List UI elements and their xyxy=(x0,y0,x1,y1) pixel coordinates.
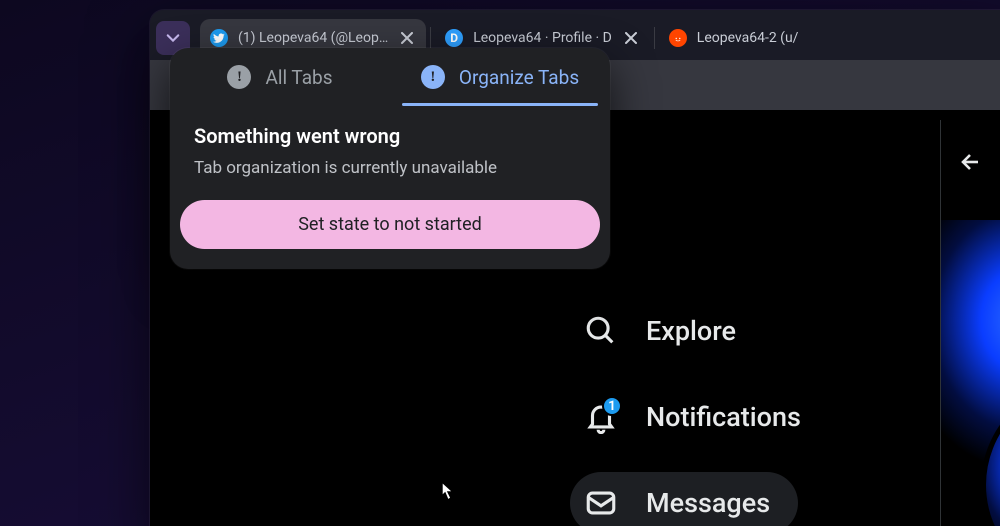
popup-body: Something went wrong Tab organization is… xyxy=(170,106,610,200)
cursor-pointer-icon xyxy=(435,480,457,506)
popup-tab-all[interactable]: ! All Tabs xyxy=(170,48,390,106)
tab-separator xyxy=(654,27,655,49)
profile-column: Leo 3,637 xyxy=(940,120,1000,526)
back-button[interactable] xyxy=(959,140,983,184)
popup-tab-label: All Tabs xyxy=(265,66,332,89)
chevron-down-icon xyxy=(166,31,180,45)
popup-tab-label: Organize Tabs xyxy=(459,66,579,89)
tab-separator xyxy=(430,27,431,49)
nav-messages[interactable]: Messages xyxy=(570,472,798,526)
nav-notifications[interactable]: 1 Notifications xyxy=(570,386,829,448)
nav-label: Explore xyxy=(646,315,736,347)
info-icon: ! xyxy=(227,65,251,89)
reddit-icon xyxy=(669,29,687,47)
search-icon xyxy=(584,314,618,348)
envelope-icon xyxy=(584,486,618,520)
notification-badge: 1 xyxy=(602,396,622,416)
error-title: Something went wrong xyxy=(194,124,586,148)
tab-reddit[interactable]: Leopeva64-2 (u/ xyxy=(659,19,809,57)
error-message: Tab organization is currently unavailabl… xyxy=(194,158,586,178)
tab-close-button[interactable] xyxy=(398,29,416,47)
reset-state-button[interactable]: Set state to not started xyxy=(180,200,600,249)
info-icon: ! xyxy=(421,65,445,89)
close-icon xyxy=(401,32,413,44)
tab-label: Leopeva64-2 (u/ xyxy=(697,30,799,46)
button-label: Set state to not started xyxy=(298,214,482,235)
close-icon xyxy=(625,32,637,44)
desktop: (1) Leopeva64 (@Leop… D Leopeva64 · Prof… xyxy=(0,0,1000,526)
tab-label: (1) Leopeva64 (@Leop… xyxy=(238,30,388,46)
nav-label: Messages xyxy=(646,487,770,519)
tab-close-button[interactable] xyxy=(622,29,640,47)
nav-list: Explore 1 Notifications Messages xyxy=(570,300,829,526)
tab-label: Leopeva64 · Profile · D xyxy=(473,30,612,46)
nav-label: Notifications xyxy=(646,401,801,433)
arrow-left-icon xyxy=(959,150,983,174)
disqus-icon: D xyxy=(445,29,463,47)
organize-tabs-popup: ! All Tabs ! Organize Tabs Something wen… xyxy=(170,48,610,269)
popup-tab-organize[interactable]: ! Organize Tabs xyxy=(390,48,610,106)
twitter-icon xyxy=(210,29,228,47)
profile-header: Leo 3,637 xyxy=(941,120,1000,208)
nav-explore[interactable]: Explore xyxy=(570,300,764,362)
popup-tab-bar: ! All Tabs ! Organize Tabs xyxy=(170,48,610,106)
bell-icon: 1 xyxy=(584,400,618,434)
